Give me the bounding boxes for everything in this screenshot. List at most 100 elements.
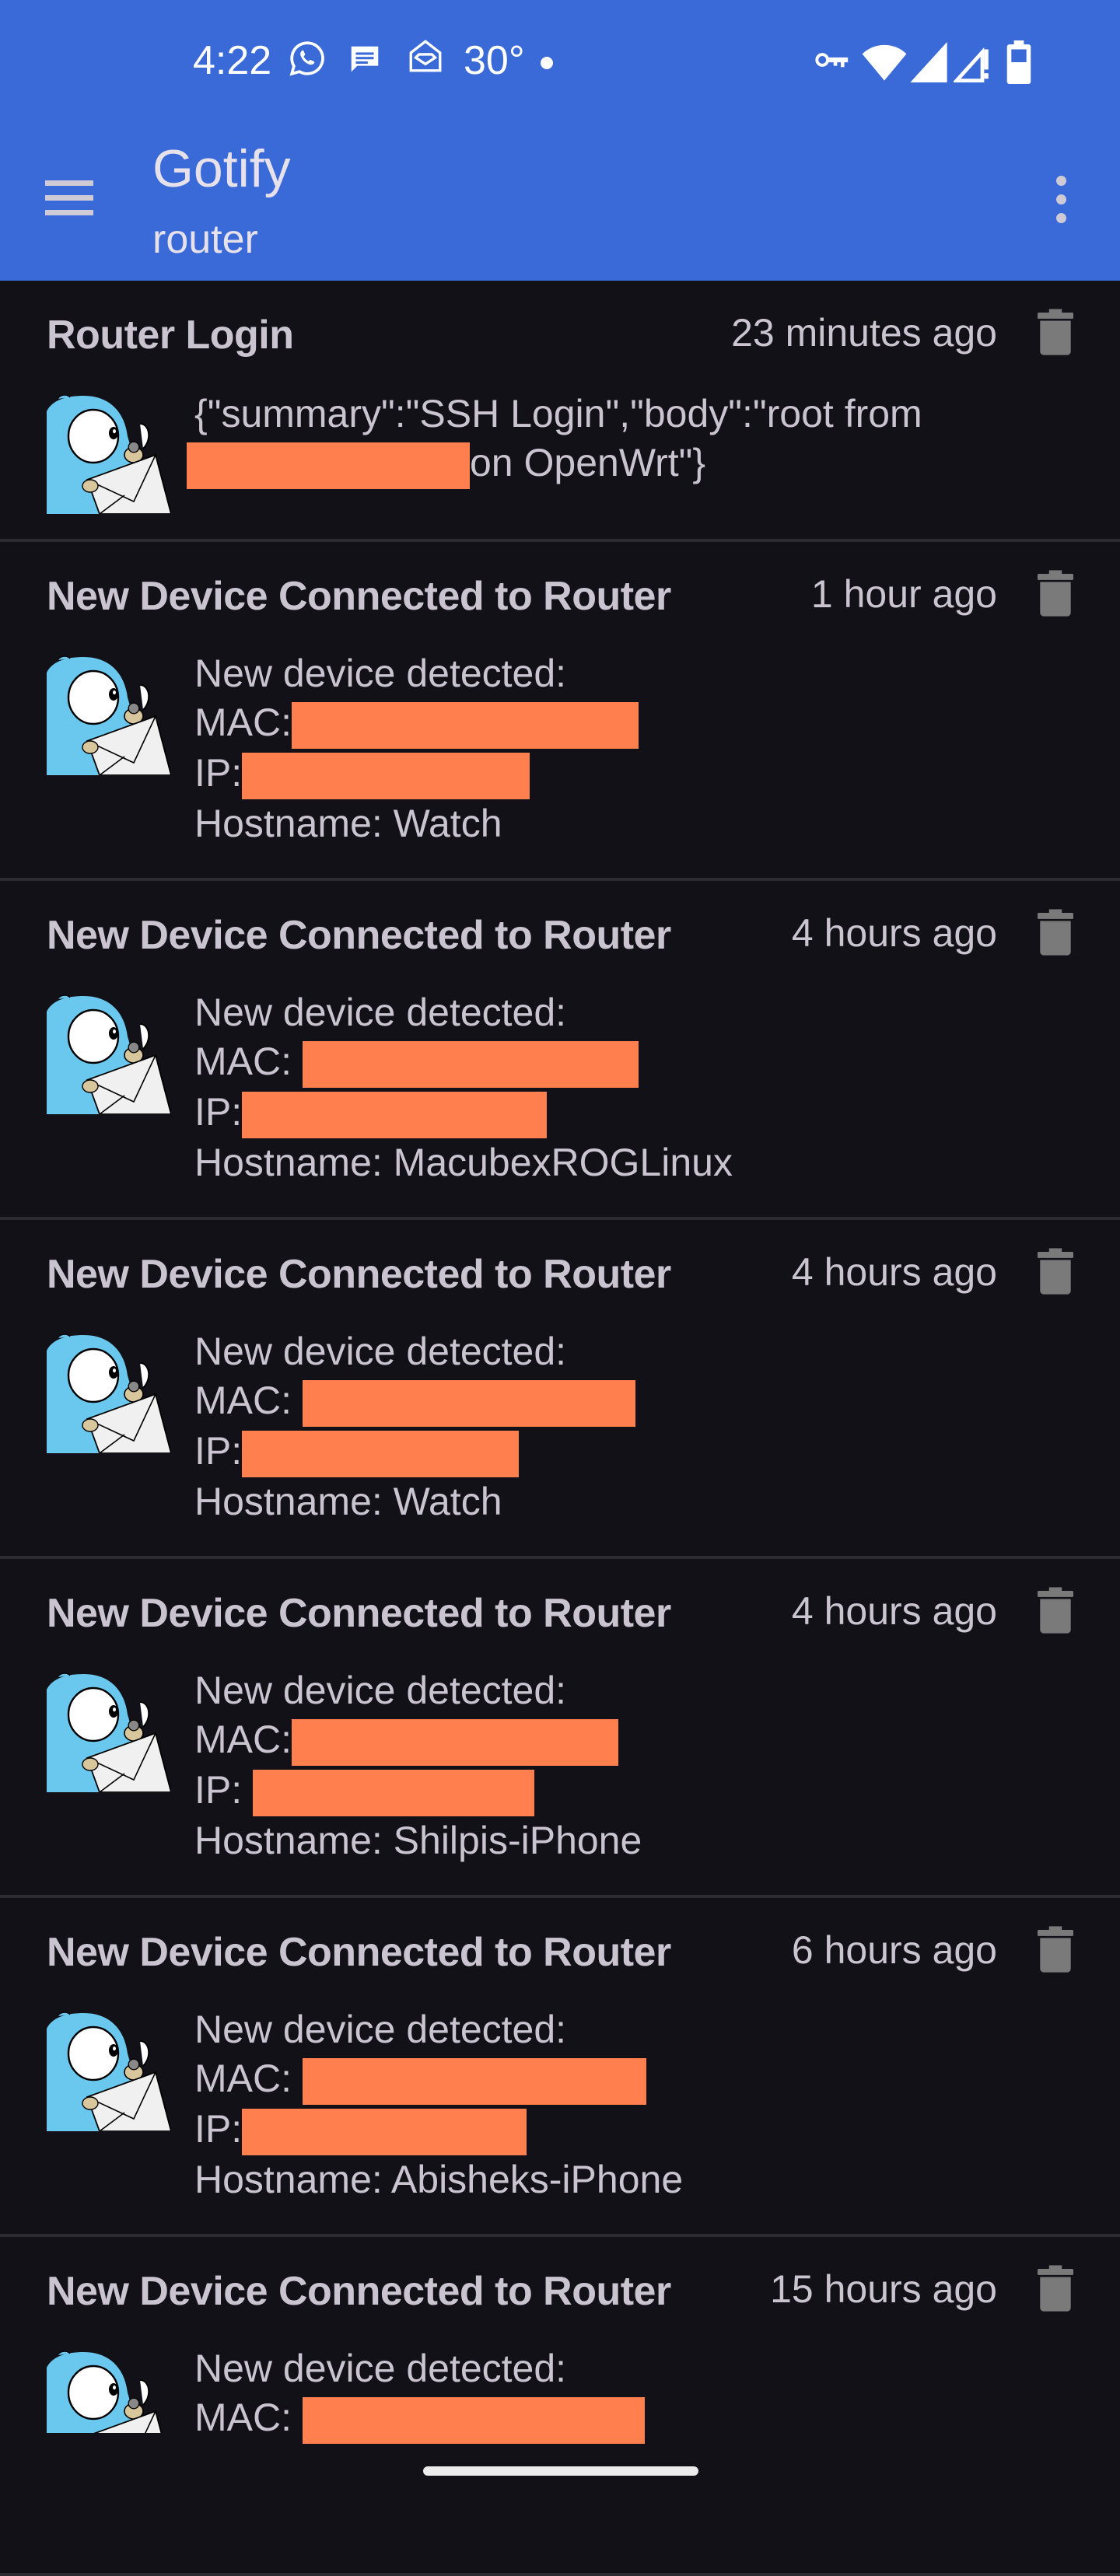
message-line: MAC: [194, 2054, 683, 2105]
message-line: Hostname: MacubexROGLinux [194, 1140, 733, 1184]
signal-alert-icon [954, 47, 989, 82]
top-bar: 4:22 30° Gotify router [0, 0, 1120, 281]
status-bar: 4:22 30° [0, 31, 1120, 93]
message-card[interactable]: New Device Connected to Router 1 hour ago… [0, 542, 1120, 881]
signal-icon [910, 42, 947, 82]
redaction-box [302, 2396, 645, 2444]
gopher-avatar-icon [47, 1668, 173, 1793]
message-title: New Device Connected to Router [47, 2269, 671, 2314]
message-card[interactable]: New Device Connected to Router 6 hours ag… [0, 1898, 1120, 2237]
redaction-box [242, 1430, 520, 1477]
delete-trash-icon[interactable] [1038, 909, 1073, 956]
message-line: MAC: [194, 1037, 733, 1088]
message-title: New Device Connected to Router [47, 574, 671, 619]
message-line: IP: [194, 749, 639, 799]
whatsapp-icon [289, 41, 324, 76]
message-timestamp: 23 minutes ago [731, 311, 997, 355]
message-line: New device detected: [194, 1669, 567, 1712]
message-timestamp: 15 hours ago [770, 2267, 997, 2311]
message-line: IP: [194, 1088, 733, 1138]
message-line: MAC: [194, 2393, 645, 2444]
field-label: MAC: [194, 2057, 303, 2100]
message-line: MAC: [194, 698, 639, 749]
gopher-avatar-icon [47, 2007, 173, 2132]
field-label: MAC: [194, 1379, 303, 1422]
redaction-box [253, 1769, 535, 1816]
message-line: Hostname: Shilpis-iPhone [194, 1818, 642, 1862]
message-line: IP: [194, 1427, 635, 1477]
message-line: on OpenWrt"} [187, 439, 922, 489]
app-subtitle: router [152, 217, 258, 262]
message-title: New Device Connected to Router [47, 1591, 671, 1636]
hamburger-menu-icon[interactable] [45, 180, 96, 218]
field-label: MAC: [194, 1040, 303, 1083]
message-card[interactable]: New Device Connected to Router 15 hours a… [0, 2237, 1120, 2576]
message-title: Router Login [47, 313, 294, 358]
message-title: New Device Connected to Router [47, 913, 671, 958]
vpn-key-icon [815, 53, 849, 68]
field-label: IP: [194, 2106, 243, 2151]
field-label: IP: [194, 1089, 243, 1134]
message-line: New device detected: [194, 2347, 567, 2390]
delete-trash-icon[interactable] [1038, 2265, 1073, 2312]
delete-trash-icon[interactable] [1038, 570, 1073, 617]
message-timestamp: 4 hours ago [791, 1589, 997, 1633]
message-card[interactable]: New Device Connected to Router 4 hours ag… [0, 881, 1120, 1220]
message-body: New device detected: MAC: IP: Hostname: Wat… [194, 649, 639, 848]
message-card[interactable]: New Device Connected to Router 4 hours ag… [0, 1559, 1120, 1898]
redaction-box [242, 752, 530, 799]
redaction-box [292, 1718, 618, 1766]
message-body: New device detected: MAC: IP: Hostname: Ma… [194, 988, 733, 1187]
message-line: MAC: [194, 1715, 642, 1766]
redaction-box [187, 442, 470, 489]
message-timestamp: 4 hours ago [791, 911, 997, 955]
mail-open-icon [409, 40, 442, 72]
message-line: MAC: [194, 1376, 635, 1427]
field-label: IP: [194, 1767, 254, 1812]
message-body: New device detected: MAC: IP: Hostname: Wa… [194, 1327, 635, 1526]
redaction-box [302, 1040, 639, 1088]
redaction-box [302, 2057, 646, 2105]
field-label: IP: [194, 1428, 243, 1473]
delete-trash-icon[interactable] [1038, 1926, 1073, 1973]
message-line: New device detected: [194, 991, 567, 1034]
field-suffix: on OpenWrt"} [470, 441, 706, 484]
message-line: New device detected: [194, 2008, 567, 2051]
more-vert-icon[interactable] [1050, 176, 1073, 227]
delete-trash-icon[interactable] [1038, 1248, 1073, 1295]
field-label: IP: [194, 750, 243, 795]
battery-icon [1006, 40, 1031, 84]
message-line: {"summary":"SSH Login","body":"root from [194, 392, 922, 435]
redaction-box [292, 701, 639, 749]
app-title: Gotify [152, 139, 291, 198]
message-line: New device detected: [194, 652, 567, 695]
gesture-home-bar[interactable] [423, 2466, 698, 2476]
message-line: IP: [194, 1766, 642, 1816]
message-card[interactable]: New Device Connected to Router 4 hours ag… [0, 1220, 1120, 1559]
message-icon [351, 46, 379, 72]
redaction-box [302, 1379, 635, 1427]
delete-trash-icon[interactable] [1038, 1587, 1073, 1634]
message-card[interactable]: Router Login 23 minutes ago {"summary":"S… [0, 281, 1120, 542]
notification-dot-icon [541, 57, 553, 69]
gopher-avatar-icon [47, 390, 173, 515]
wifi-icon [862, 44, 907, 81]
message-body: {"summary":"SSH Login","body":"root from… [187, 390, 922, 489]
delete-trash-icon[interactable] [1038, 309, 1073, 355]
message-line: Hostname: Watch [194, 801, 502, 845]
message-title: New Device Connected to Router [47, 1252, 671, 1297]
message-timestamp: 4 hours ago [791, 1250, 997, 1294]
gopher-avatar-icon [47, 990, 173, 1115]
message-timestamp: 1 hour ago [810, 572, 997, 616]
gopher-avatar-icon [47, 1329, 173, 1454]
message-body: New device detected: MAC: IP: Hostname: Ab… [194, 2005, 683, 2204]
message-body: New device detected: MAC: [194, 2344, 645, 2444]
status-temperature: 30° [464, 38, 525, 83]
message-body: New device detected: MAC: IP: Hostname: Sh… [194, 1666, 642, 1865]
redaction-box [242, 1091, 548, 1138]
message-line: New device detected: [194, 1330, 567, 1373]
field-label: MAC: [194, 1718, 292, 1761]
message-timestamp: 6 hours ago [791, 1928, 997, 1972]
field-label: MAC: [194, 701, 292, 744]
field-label: MAC: [194, 2396, 303, 2439]
